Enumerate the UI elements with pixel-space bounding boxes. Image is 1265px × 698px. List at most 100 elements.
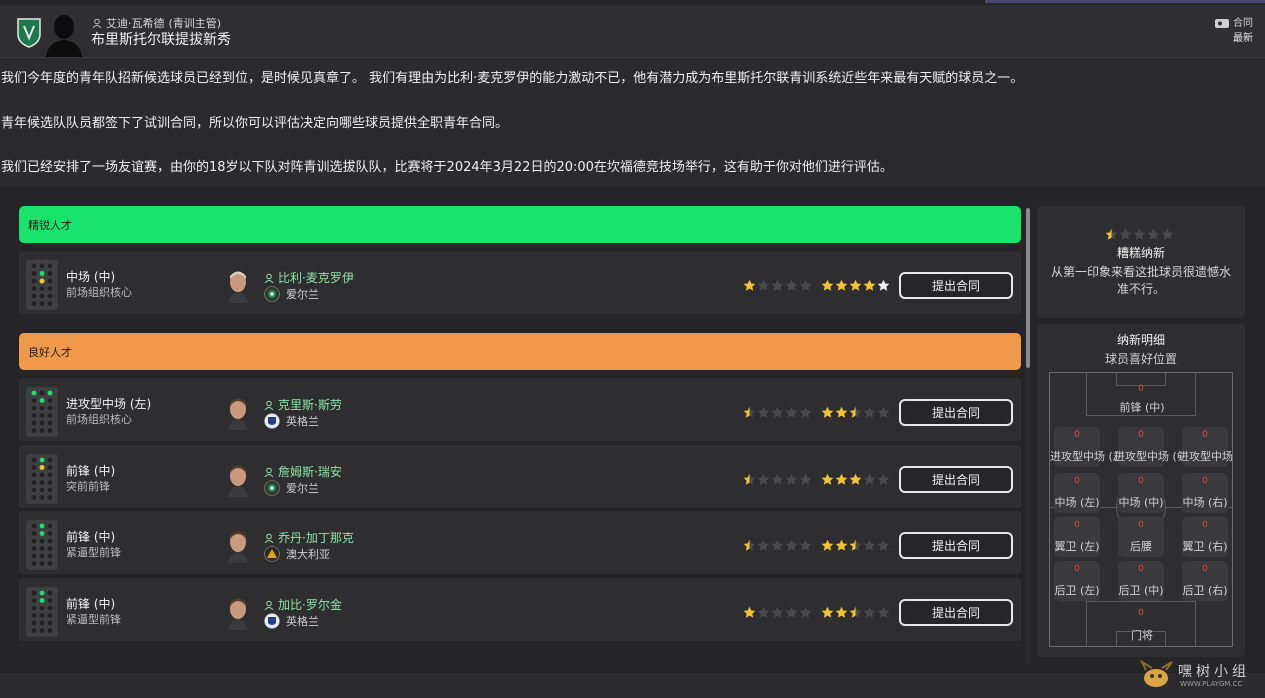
star-icon <box>821 606 834 618</box>
player-position: 前锋 (中) <box>66 597 116 611</box>
star-icon <box>1105 228 1118 240</box>
star-icon <box>835 406 848 418</box>
slot-label-dc: 后卫 (中) <box>1118 584 1164 597</box>
star-icon <box>757 279 770 291</box>
latest-label[interactable]: 最新 <box>1215 31 1253 46</box>
player-name[interactable]: 克里斯·斯劳 <box>278 396 342 413</box>
offer-contract-button[interactable]: 提出合同 <box>899 599 1013 626</box>
watermark-url: WWW.PLAYGM.CC <box>1180 680 1243 688</box>
list-scrollbar-thumb[interactable] <box>1026 208 1030 368</box>
slot-label-amc: 进攻型中场 (中) <box>1114 450 1193 463</box>
player-nation: 澳大利亚 <box>286 548 330 561</box>
player-position: 进攻型中场 (左) <box>66 397 152 411</box>
slot-count: 0 <box>1202 564 1208 574</box>
message-subject: 布里斯托尔联提拔新秀 <box>91 32 231 48</box>
star-icon <box>757 473 770 485</box>
player-row[interactable]: 前锋 (中) 紧逼型前锋 乔丹·加丁那克 澳大利亚 提出合同 <box>19 511 1021 574</box>
star-icon <box>771 279 784 291</box>
star-icon <box>799 606 812 618</box>
position-map-icon <box>26 387 58 437</box>
current-ability-stars <box>743 473 812 486</box>
nation-flag-icon <box>264 613 280 629</box>
player-nation-line: 英格兰 <box>264 613 319 629</box>
star-icon <box>743 473 756 485</box>
star-icon <box>821 279 834 291</box>
star-icon <box>863 539 876 551</box>
player-face-icon <box>228 531 248 563</box>
person-icon <box>264 533 274 543</box>
player-name-line: 克里斯·斯劳 <box>264 396 342 413</box>
player-row[interactable]: 前锋 (中) 突前前锋 詹姆斯·瑞安 爱尔兰 提出合同 <box>19 445 1021 508</box>
summary-star-rating <box>1105 228 1174 241</box>
player-role: 前场组织核心 <box>66 413 132 426</box>
slot-count: 0 <box>1138 384 1144 394</box>
star-icon <box>771 473 784 485</box>
slot-count: 0 <box>1138 430 1144 440</box>
star-icon <box>877 606 890 618</box>
star-icon <box>863 279 876 291</box>
star-icon <box>877 473 890 485</box>
star-icon <box>799 473 812 485</box>
current-ability-stars <box>743 606 812 619</box>
merge-button[interactable]: 合同 <box>1215 16 1253 31</box>
player-nation: 爱尔兰 <box>286 288 319 301</box>
star-icon <box>785 279 798 291</box>
star-icon <box>849 606 862 618</box>
star-icon <box>1119 228 1132 240</box>
nation-flag-icon <box>264 480 280 496</box>
header-actions: 合同 最新 <box>1215 16 1253 46</box>
slot-label-amr: 进攻型中场 (右) <box>1178 450 1233 463</box>
star-icon <box>771 539 784 551</box>
person-icon <box>264 600 274 610</box>
category-good-label: 良好人才 <box>28 345 72 359</box>
player-row[interactable]: 前锋 (中) 紧逼型前锋 加比·罗尔金 英格兰 提出合同 <box>19 578 1021 641</box>
summary-description: 从第一印象来看这批球员很遗憾水准不行。 <box>1050 265 1231 296</box>
player-row[interactable]: 进攻型中场 (左) 前场组织核心 克里斯·斯劳 英格兰 提出合同 <box>19 378 1021 441</box>
slot-count: 0 <box>1074 430 1080 440</box>
slot-label-aml: 进攻型中场 (左) <box>1050 450 1129 463</box>
current-ability-stars <box>743 539 812 552</box>
player-name-line: 加比·罗尔金 <box>264 596 342 613</box>
star-icon <box>849 406 862 418</box>
message-paragraph-3: 我们已经安排了一场友谊赛，由你的18岁以下队对阵青训选拔队队，比赛将于2024年… <box>1 160 893 175</box>
slot-label-wbr: 翼卫 (右) <box>1182 540 1228 553</box>
position-slot-gk[interactable]: 0 <box>1118 605 1164 625</box>
category-good-bar: 良好人才 <box>19 333 1021 370</box>
watermark-logo-icon <box>1140 660 1173 687</box>
position-slot-st[interactable]: 0 <box>1118 381 1164 401</box>
offer-contract-button[interactable]: 提出合同 <box>899 272 1013 299</box>
player-role: 紧逼型前锋 <box>66 613 121 626</box>
player-name[interactable]: 乔丹·加丁那克 <box>278 529 354 546</box>
star-icon <box>877 406 890 418</box>
watermark: 嘿树小组 WWW.PLAYGM.CC <box>1138 660 1256 692</box>
star-icon <box>771 406 784 418</box>
star-icon <box>835 606 848 618</box>
star-icon <box>877 279 890 291</box>
watermark-text: 嘿树小组 <box>1178 664 1250 680</box>
player-row[interactable]: 中场 (中) 前场组织核心 比利·麦克罗伊 爱尔兰 提出合同 <box>19 251 1021 314</box>
message-paragraph-2: 青年候选队队员都签下了试训合同，所以你可以评估决定向哪些球员提供全职青年合同。 <box>1 116 509 131</box>
offer-contract-button[interactable]: 提出合同 <box>899 466 1013 493</box>
message-header: 艾迪·瓦希德 (青训主管) 布里斯托尔联提拔新秀 合同 最新 <box>0 5 1265 58</box>
merge-icon <box>1215 19 1229 28</box>
player-name[interactable]: 比利·麦克罗伊 <box>278 269 354 286</box>
club-crest-icon <box>17 18 41 48</box>
player-name-line: 詹姆斯·瑞安 <box>264 463 342 480</box>
offer-contract-button[interactable]: 提出合同 <box>899 532 1013 559</box>
star-icon <box>863 606 876 618</box>
potential-ability-stars <box>821 473 890 486</box>
category-excellent-bar: 精锐人才 <box>19 206 1021 243</box>
star-icon <box>785 473 798 485</box>
star-icon <box>799 279 812 291</box>
star-icon <box>757 539 770 551</box>
star-icon <box>771 606 784 618</box>
slot-label-mr: 中场 (右) <box>1182 496 1228 509</box>
player-name[interactable]: 加比·罗尔金 <box>278 596 342 613</box>
offer-contract-button[interactable]: 提出合同 <box>899 399 1013 426</box>
player-name[interactable]: 詹姆斯·瑞安 <box>278 463 342 480</box>
star-icon <box>743 606 756 618</box>
person-icon <box>264 400 274 410</box>
star-icon <box>849 539 862 551</box>
star-icon <box>821 406 834 418</box>
slot-count: 0 <box>1074 520 1080 530</box>
